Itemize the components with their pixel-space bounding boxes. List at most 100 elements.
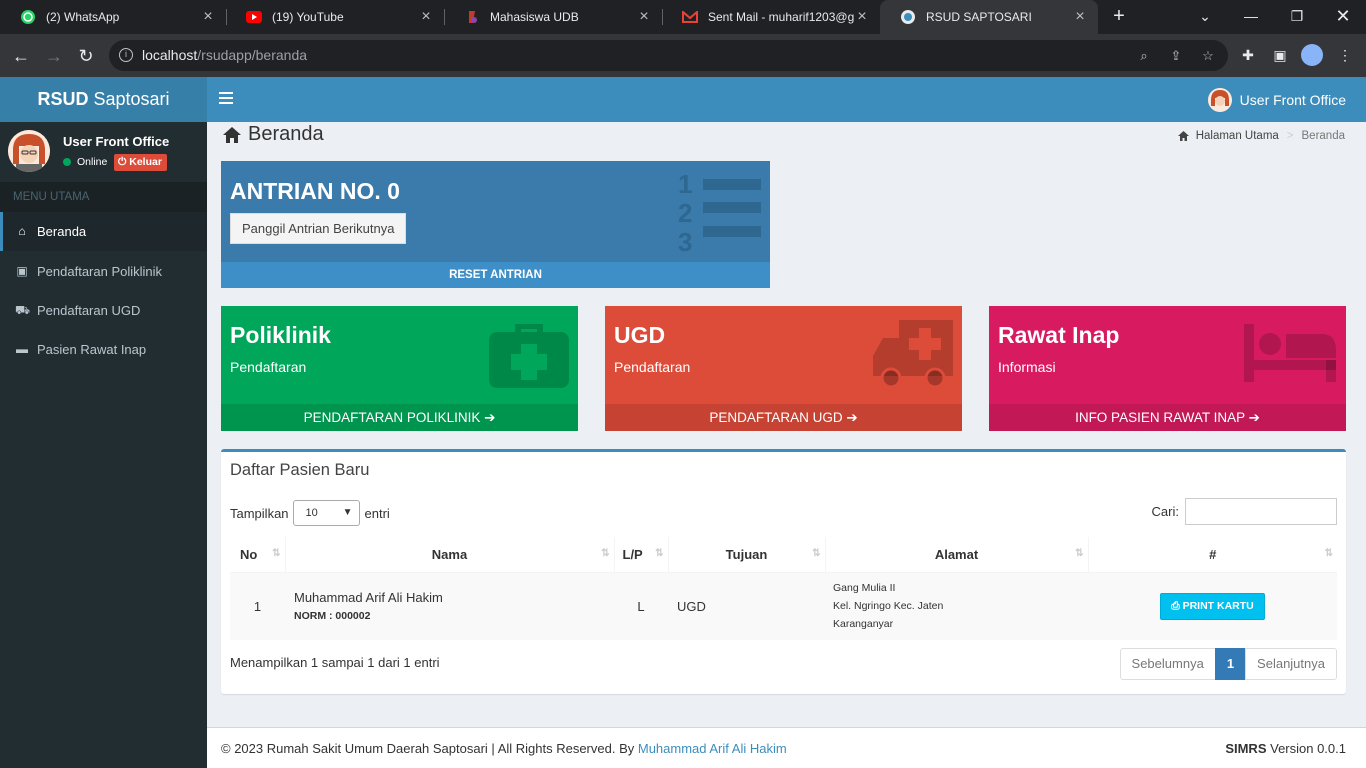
- column-header-action[interactable]: # ⇅: [1088, 537, 1337, 573]
- sidebar-item-pendaftaran-poliklinik[interactable]: ▣ Pendaftaran Poliklinik: [0, 252, 207, 291]
- column-header-nama[interactable]: Nama ⇅: [285, 537, 615, 573]
- sidebar-item-label: Pasien Rawat Inap: [37, 342, 147, 357]
- sort-icon: ⇅: [1075, 548, 1084, 559]
- forward-icon[interactable]: →: [42, 44, 66, 68]
- top-navbar: User Front Office: [207, 77, 1366, 122]
- breadcrumb-home[interactable]: Halaman Utama: [1196, 130, 1279, 142]
- show-label: Tampilkan: [230, 505, 289, 521]
- medkit-icon: ▣: [16, 264, 28, 278]
- svg-text:1: 1: [678, 169, 692, 199]
- sidebar-toggle-icon[interactable]: [219, 92, 233, 106]
- tab-whatsapp[interactable]: (2) WhatsApp ×: [0, 0, 226, 34]
- avatar: [8, 130, 50, 172]
- online-dot-icon: [63, 158, 71, 166]
- tab-youtube[interactable]: (19) YouTube ×: [226, 0, 444, 34]
- avatar: [1207, 88, 1232, 112]
- site-info-icon[interactable]: i: [119, 48, 133, 62]
- sidebar-user-name: User Front Office: [63, 134, 170, 149]
- version-text: Version 0.0.1: [1270, 741, 1346, 756]
- tab-search-icon[interactable]: ⌄: [1182, 0, 1228, 34]
- close-tab-icon[interactable]: ×: [854, 8, 870, 26]
- ambulance-icon: [873, 320, 953, 388]
- search-input[interactable]: [1185, 498, 1337, 525]
- url-host: localhost: [142, 47, 198, 63]
- home-icon: ⌂: [18, 224, 26, 238]
- app-logo[interactable]: RSUD Saptosari: [0, 77, 207, 122]
- box-subtitle: Pendaftaran: [614, 359, 691, 375]
- svg-text:3: 3: [678, 227, 692, 255]
- box-link-label: INFO PASIEN RAWAT INAP: [1075, 410, 1245, 425]
- column-header-no[interactable]: No ⇅: [230, 537, 286, 573]
- box-link-label: PENDAFTARAN UGD: [709, 410, 843, 425]
- close-tab-icon[interactable]: ×: [1072, 8, 1088, 26]
- rawat-inap-box: Rawat Inap Informasi INFO PASIEN RAWAT I…: [989, 306, 1346, 431]
- column-header-alamat[interactable]: Alamat ⇅: [825, 537, 1089, 573]
- brand-name: SIMRS: [1225, 741, 1267, 756]
- call-next-button[interactable]: Panggil Antrian Berikutnya: [230, 213, 407, 244]
- page-length-select[interactable]: 10 ▼: [292, 500, 360, 526]
- bookmark-star-icon[interactable]: ☆: [1199, 47, 1217, 65]
- logout-button[interactable]: ⏻ Keluar: [114, 154, 167, 171]
- back-icon[interactable]: ←: [9, 44, 33, 68]
- reload-icon[interactable]: ↻: [74, 44, 98, 68]
- print-card-button[interactable]: ⎙ PRINT KARTU: [1160, 592, 1265, 620]
- sidebar: User Front Office Online ⏻ Keluar MENU U…: [0, 122, 207, 768]
- restore-icon[interactable]: ❐: [1274, 0, 1320, 34]
- browser-menu-icon[interactable]: ⋮: [1335, 45, 1355, 65]
- reset-queue-link[interactable]: RESET ANTRIAN: [221, 262, 770, 288]
- box-title: UGD: [614, 322, 666, 348]
- queue-number: ANTRIAN NO. 0: [230, 178, 400, 204]
- box-title: Daftar Pasien Baru: [230, 461, 370, 479]
- column-header-tujuan[interactable]: Tujuan ⇅: [668, 537, 826, 573]
- cell-action: ⎙ PRINT KARTU: [1088, 572, 1337, 640]
- sort-icon: ⇅: [601, 548, 610, 559]
- profile-avatar[interactable]: [1301, 44, 1323, 66]
- sidebar-item-pasien-rawat-inap[interactable]: ▬ Pasien Rawat Inap: [0, 330, 207, 369]
- page-title-text: Beranda: [248, 123, 324, 145]
- address-line: Gang Mulia II: [833, 582, 896, 595]
- tab-title: RSUD SAPTOSARI: [926, 10, 1032, 24]
- close-tab-icon[interactable]: ×: [200, 8, 216, 26]
- ordered-list-icon: 1 2 3: [678, 169, 761, 255]
- zoom-icon[interactable]: ⌕: [1135, 47, 1153, 65]
- share-icon[interactable]: ⇪: [1167, 47, 1185, 65]
- arrow-circle-right-icon: ➔: [484, 410, 496, 425]
- breadcrumb-separator: >: [1286, 130, 1294, 142]
- column-header-lp[interactable]: L/P ⇅: [614, 537, 669, 573]
- cell-tujuan: UGD: [668, 572, 825, 640]
- tab-title: Sent Mail - muharif1203@gm: [708, 10, 854, 24]
- new-tab-icon[interactable]: +: [1108, 5, 1130, 27]
- close-tab-icon[interactable]: ×: [636, 8, 652, 26]
- ugd-box: UGD Pendaftaran PENDAFTARAN UGD ➔: [605, 306, 962, 431]
- table-info: Menampilkan 1 sampai 1 dari 1 entri: [230, 655, 440, 670]
- url-path: /rsudapp/beranda: [197, 47, 308, 63]
- user-menu[interactable]: User Front Office: [1207, 88, 1346, 112]
- previous-page-button[interactable]: Sebelumnya: [1119, 648, 1216, 680]
- extensions-icon[interactable]: ✚: [1238, 45, 1258, 65]
- info-pasien-rawat-inap-link[interactable]: INFO PASIEN RAWAT INAP ➔: [989, 404, 1346, 431]
- version-info: SIMRS Version 0.0.1: [1225, 741, 1346, 756]
- whatsapp-icon: [20, 9, 36, 25]
- pendaftaran-poliklinik-link[interactable]: PENDAFTARAN POLIKLINIK ➔: [221, 404, 578, 431]
- page-length-control: Tampilkan 10 ▼ entri: [230, 500, 390, 526]
- logo-rest: Saptosari: [93, 89, 170, 109]
- sort-icon: ⇅: [812, 548, 821, 559]
- close-tab-icon[interactable]: ×: [418, 8, 434, 26]
- pendaftaran-ugd-link[interactable]: PENDAFTARAN UGD ➔: [605, 404, 962, 431]
- sidebar-item-pendaftaran-ugd[interactable]: ⛟ Pendaftaran UGD: [0, 291, 207, 330]
- author-link[interactable]: Muhammad Arif Ali Hakim: [638, 741, 787, 756]
- side-panel-icon[interactable]: ▣: [1270, 45, 1290, 65]
- address-bar[interactable]: i localhost/rsudapp/beranda ⌕ ⇪ ☆: [109, 40, 1228, 71]
- browser-tab-bar: (2) WhatsApp × (19) YouTube × Mahasiswa …: [0, 0, 1366, 34]
- minimize-icon[interactable]: —: [1228, 0, 1274, 34]
- online-status: Online: [63, 156, 107, 168]
- tab-gmail[interactable]: Sent Mail - muharif1203@gm ×: [662, 0, 880, 34]
- next-page-button[interactable]: Selanjutnya: [1245, 648, 1337, 680]
- sidebar-item-beranda[interactable]: ⌂ Beranda: [0, 212, 207, 251]
- close-window-icon[interactable]: ✕: [1320, 0, 1366, 34]
- tab-mahasiswa-udb[interactable]: Mahasiswa UDB ×: [444, 0, 662, 34]
- logout-label: Keluar: [129, 156, 162, 168]
- copyright: © 2023 Rumah Sakit Umum Daerah Saptosari…: [221, 741, 787, 756]
- page-1-button[interactable]: 1: [1214, 648, 1247, 680]
- tab-rsud-saptosari[interactable]: RSUD SAPTOSARI ×: [880, 0, 1098, 34]
